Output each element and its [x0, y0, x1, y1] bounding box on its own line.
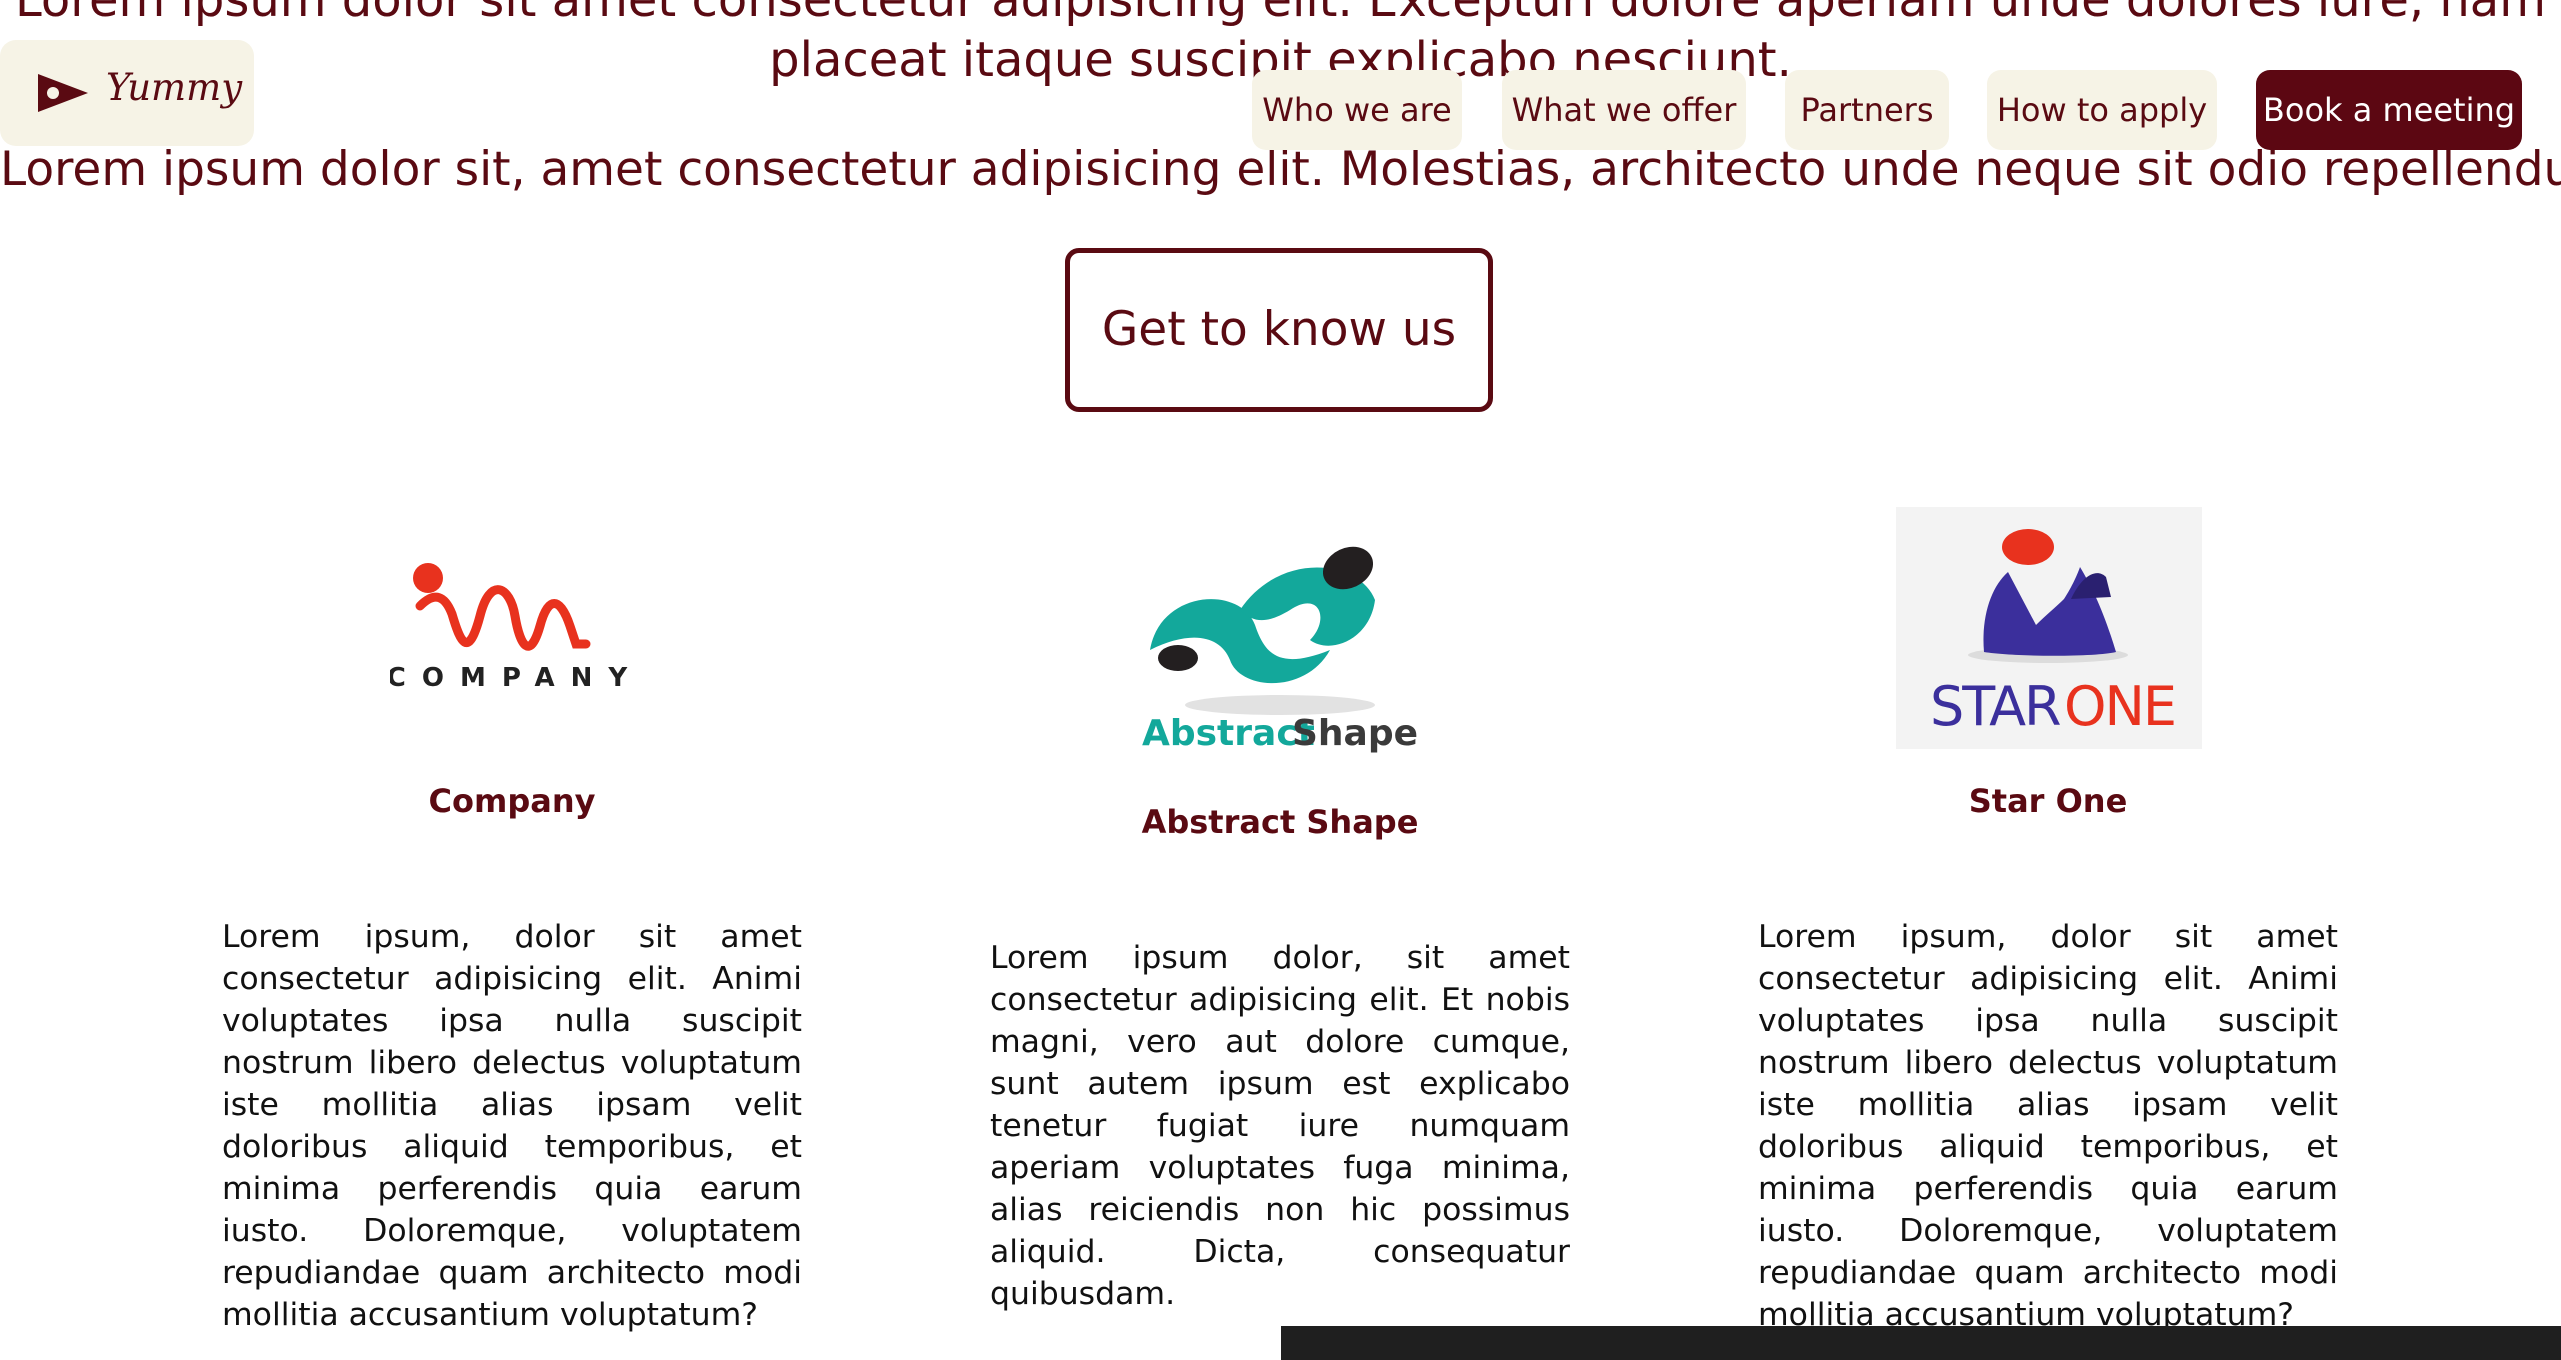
nav-who-we-are[interactable]: Who we are	[1252, 70, 1462, 150]
nav-how-to-apply[interactable]: How to apply	[1987, 70, 2217, 150]
nav-partners[interactable]: Partners	[1785, 70, 1949, 150]
footer-section-edge	[1281, 1326, 2561, 1360]
company-logo: COMPANY	[390, 556, 640, 706]
svg-text:STAR: STAR	[1930, 675, 2060, 738]
brand-name: Yummy	[106, 66, 243, 109]
brand-logo-link[interactable]: Yummy	[0, 40, 254, 146]
partner-name-star-one: Star One	[1968, 782, 2128, 820]
get-to-know-us-button[interactable]: Get to know us	[1065, 248, 1493, 412]
partner-name-company: Company	[428, 782, 596, 820]
svg-text:Abstract: Abstract	[1142, 713, 1315, 754]
partner-name-abstract-shape: Abstract Shape	[1141, 803, 1419, 841]
partner-description: Lorem ipsum dolor, sit amet consectetur …	[990, 940, 1570, 1312]
hero-subtitle: Lorem ipsum dolor sit, amet consectetur …	[0, 142, 2561, 197]
abstract-shape-logo: Abstract Shape	[1130, 530, 1430, 760]
star-one-logo: STAR ONE	[1896, 507, 2202, 749]
book-meeting-button[interactable]: Book a meeting	[2256, 70, 2522, 150]
svg-text:ONE: ONE	[2064, 675, 2175, 738]
partner-description: Lorem ipsum, dolor sit amet consectetur …	[1758, 919, 2338, 1333]
svg-text:Shape: Shape	[1292, 713, 1418, 754]
hero-paragraph-line: Lorem ipsum dolor sit amet consectetur a…	[15, 0, 2546, 28]
nav-what-we-offer[interactable]: What we offer	[1502, 70, 1746, 150]
svg-text:COMPANY: COMPANY	[390, 663, 640, 693]
partner-description: Lorem ipsum, dolor sit amet consectetur …	[222, 919, 802, 1333]
flag-play-icon	[38, 74, 88, 112]
